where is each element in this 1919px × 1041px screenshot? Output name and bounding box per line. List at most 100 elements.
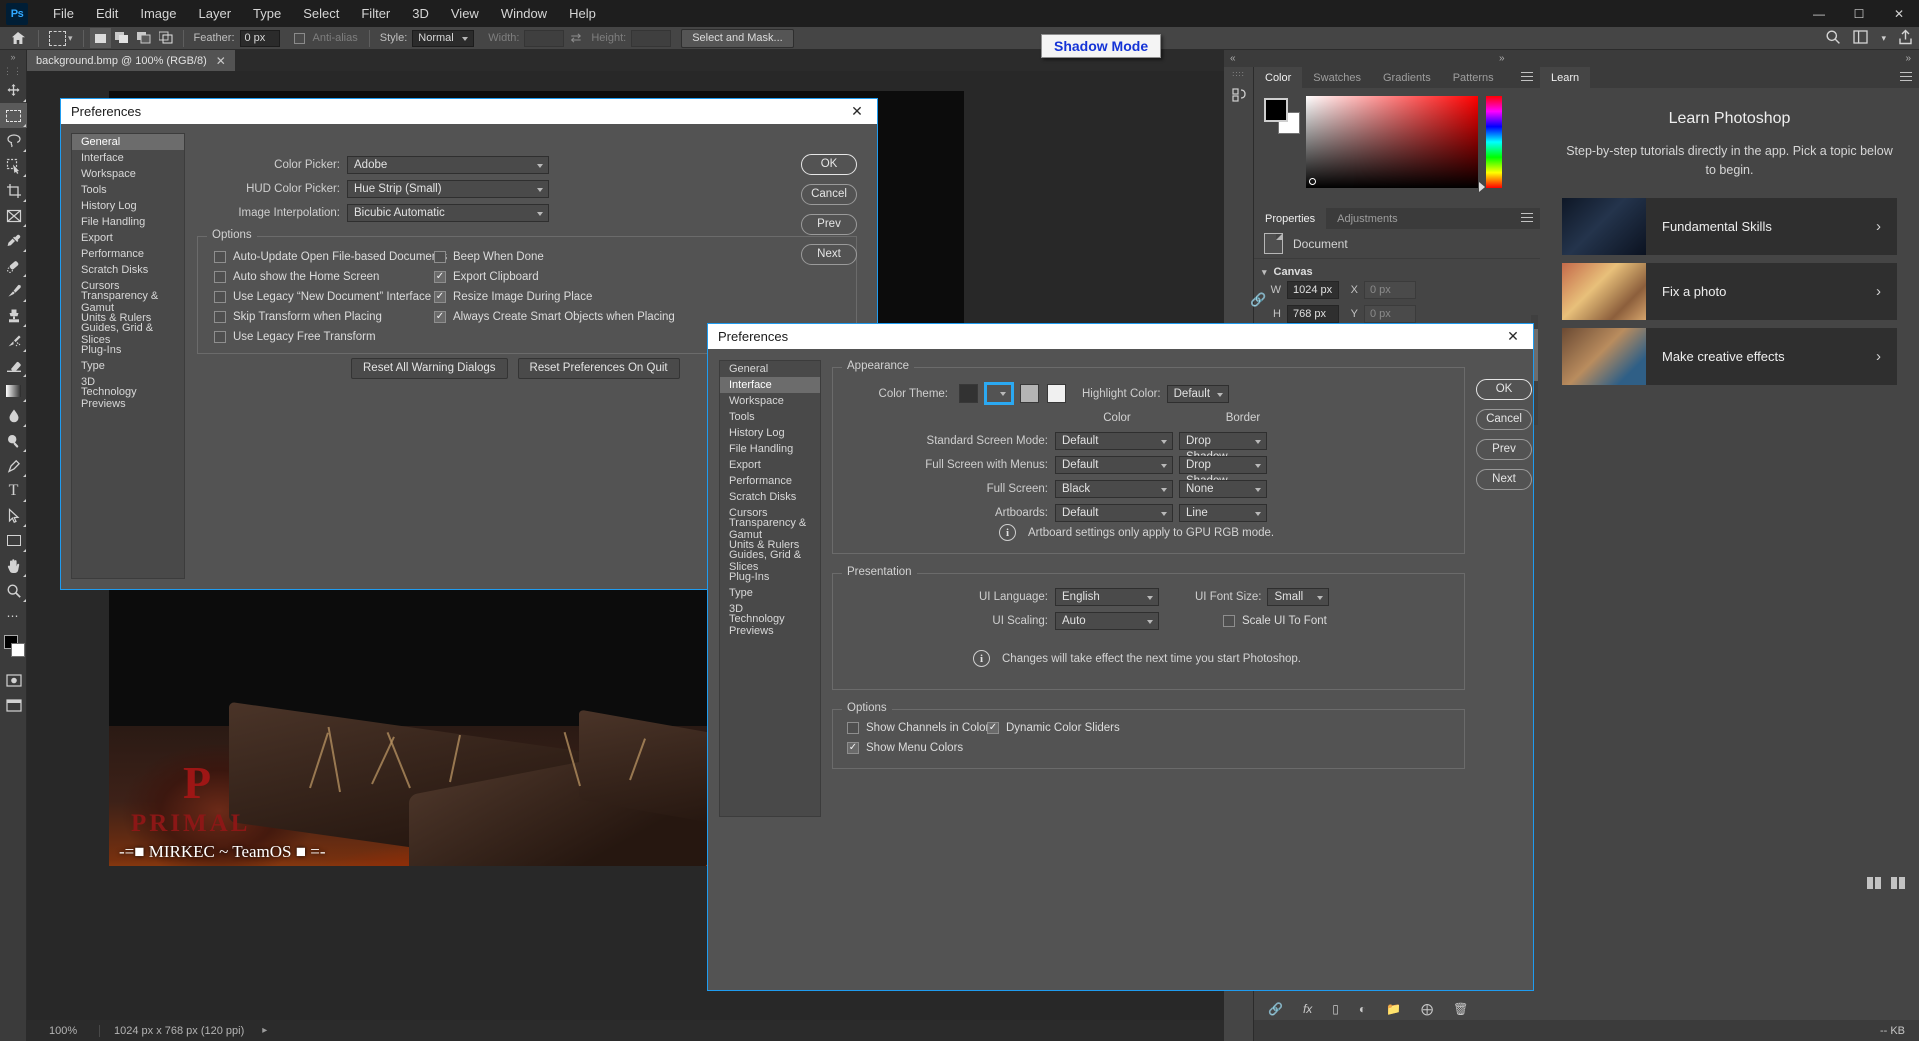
quick-mask-icon[interactable] [0, 668, 27, 693]
menu-window[interactable]: Window [490, 2, 558, 25]
chevron-right-icon[interactable]: › [1876, 283, 1897, 300]
checkbox-dynamic-color-sliders[interactable]: Dynamic Color Sliders [987, 722, 1120, 734]
height-input[interactable] [631, 29, 672, 47]
nav-item-tools[interactable]: Tools [72, 182, 184, 198]
nav-item-export[interactable]: Export [72, 230, 184, 246]
nav-item-general[interactable]: General [720, 361, 820, 377]
checkbox-resize-image-during-place[interactable]: Resize Image During Place [434, 291, 675, 303]
chevron-right-icon[interactable]: ▸ [262, 1025, 267, 1036]
hud-color-picker-select[interactable]: Hue Strip (Small) [347, 180, 549, 198]
screen-mode-icon[interactable] [0, 693, 27, 718]
link-layers-icon[interactable]: 🔗 [1268, 1002, 1283, 1016]
nav-item-transparency-gamut[interactable]: Transparency & Gamut [720, 517, 820, 541]
type-tool[interactable]: T [0, 478, 27, 503]
nav-item-interface[interactable]: Interface [720, 377, 820, 393]
checkbox-always-create-smart-objects-when-placing[interactable]: Always Create Smart Objects when Placing [434, 311, 675, 323]
full-screen-with-menus-border-select[interactable]: Drop Shadow [1179, 456, 1267, 487]
checkbox-box[interactable] [434, 291, 446, 303]
eyedropper-tool[interactable] [0, 228, 27, 253]
color-picker-select[interactable]: Adobe [347, 156, 549, 174]
subtract-from-selection-icon[interactable] [134, 28, 155, 48]
close-icon[interactable]: ✕ [216, 54, 226, 68]
nav-item-file-handling[interactable]: File Handling [720, 441, 820, 457]
list-view-icon[interactable] [1891, 877, 1905, 889]
canvas-section-header[interactable]: ▾ Canvas [1254, 259, 1540, 281]
image-interpolation-select[interactable]: Bicubic Automatic [347, 204, 549, 222]
toolbar-grip[interactable]: ⋮⋮ [0, 64, 26, 78]
checkbox-box[interactable] [847, 742, 859, 754]
nav-item-type[interactable]: Type [72, 358, 184, 374]
layer-mask-icon[interactable]: ▯ [1332, 1002, 1339, 1016]
canvas-width-input[interactable]: 1024 px [1287, 281, 1339, 299]
close-icon[interactable]: ✕ [837, 99, 877, 124]
learn-card-fix-a-photo[interactable]: Fix a photo › [1562, 263, 1897, 320]
tab-color[interactable]: Color [1254, 67, 1303, 88]
chevron-down-icon[interactable]: ▾ [1262, 267, 1267, 278]
checkbox-use-legacy-new-document-interface[interactable]: Use Legacy “New Document” Interface [214, 291, 447, 303]
zoom-level[interactable]: 100% [27, 1025, 99, 1037]
checkbox-box[interactable] [1223, 615, 1235, 627]
nav-item-tools[interactable]: Tools [720, 409, 820, 425]
tab-learn[interactable]: Learn [1540, 67, 1591, 88]
ok-button[interactable]: OK [801, 154, 857, 175]
panel-menu-icon[interactable] [1900, 72, 1912, 84]
anti-alias-checkbox[interactable] [293, 32, 305, 44]
reset-preferences-on-quit-button[interactable]: Reset Preferences On Quit [517, 358, 680, 379]
tab-gradients[interactable]: Gradients [1372, 67, 1442, 88]
color-theme-swatch-dark[interactable] [984, 382, 1014, 405]
nav-item-performance[interactable]: Performance [720, 473, 820, 489]
menu-3d[interactable]: 3D [401, 2, 440, 25]
eraser-tool[interactable] [0, 353, 27, 378]
width-input[interactable] [524, 29, 565, 47]
menu-type[interactable]: Type [242, 2, 292, 25]
add-to-selection-icon[interactable] [112, 28, 133, 48]
panel-menu-icon[interactable] [1521, 213, 1533, 225]
menu-help[interactable]: Help [558, 2, 607, 25]
minimize-icon[interactable]: — [1799, 0, 1839, 27]
checkbox-auto-update-open-file-based-documents[interactable]: Auto-Update Open File-based Documents [214, 251, 447, 263]
nav-item-technology-previews[interactable]: Technology Previews [720, 613, 820, 637]
panel-grip[interactable]: ∷∷ [1224, 67, 1253, 81]
style-select[interactable]: Normal [412, 29, 475, 47]
brush-tool[interactable] [0, 278, 27, 303]
hue-handle[interactable] [1479, 182, 1485, 192]
collapse-right-icon[interactable]: » [1905, 53, 1911, 64]
crop-tool[interactable] [0, 178, 27, 203]
tab-adjustments[interactable]: Adjustments [1326, 208, 1409, 229]
close-icon[interactable]: ✕ [1493, 324, 1533, 349]
checkbox-export-clipboard[interactable]: Export Clipboard [434, 271, 675, 283]
lasso-tool[interactable] [0, 128, 27, 153]
checkbox-box[interactable] [214, 271, 226, 283]
tab-properties[interactable]: Properties [1254, 208, 1327, 229]
color-theme-swatch-lightest[interactable] [1047, 384, 1066, 403]
document-tab[interactable]: background.bmp @ 100% (RGB/8) ✕ [27, 50, 235, 71]
nav-item-general[interactable]: General [72, 134, 184, 150]
blur-tool[interactable] [0, 403, 27, 428]
color-picker-handle[interactable] [1309, 178, 1316, 185]
ok-button[interactable]: OK [1476, 379, 1532, 400]
menu-select[interactable]: Select [292, 2, 350, 25]
standard-screen-mode-color-select[interactable]: Default [1055, 432, 1173, 450]
checkbox-box[interactable] [214, 251, 226, 263]
chevron-right-icon[interactable]: › [1876, 218, 1897, 235]
highlight-color-select[interactable]: Default [1166, 384, 1230, 403]
menu-image[interactable]: Image [129, 2, 187, 25]
frame-tool[interactable] [0, 203, 27, 228]
foreground-background-colors[interactable] [0, 632, 27, 662]
reset-all-warning-dialogs-button[interactable]: Reset All Warning Dialogs [351, 358, 508, 379]
swap-dimensions-icon[interactable]: ⇄ [570, 30, 581, 46]
gradient-tool[interactable] [0, 378, 27, 403]
ui-language-select[interactable]: English [1055, 588, 1159, 606]
intersect-with-selection-icon[interactable] [156, 28, 177, 48]
full-screen-border-select[interactable]: None [1179, 480, 1267, 498]
adjustment-icon[interactable]: ◐ [1359, 1002, 1366, 1016]
chevron-right-icon[interactable]: › [1876, 348, 1897, 365]
checkbox-show-menu-colors[interactable]: Show Menu Colors [847, 742, 989, 754]
nav-item-workspace[interactable]: Workspace [72, 166, 184, 182]
nav-item-technology-previews[interactable]: Technology Previews [72, 386, 184, 410]
checkbox-show-channels-in-color[interactable]: Show Channels in Color [847, 722, 989, 734]
move-tool[interactable] [0, 78, 27, 103]
object-selection-tool[interactable] [0, 153, 27, 178]
clone-stamp-tool[interactable] [0, 303, 27, 328]
search-icon[interactable] [1825, 29, 1841, 48]
